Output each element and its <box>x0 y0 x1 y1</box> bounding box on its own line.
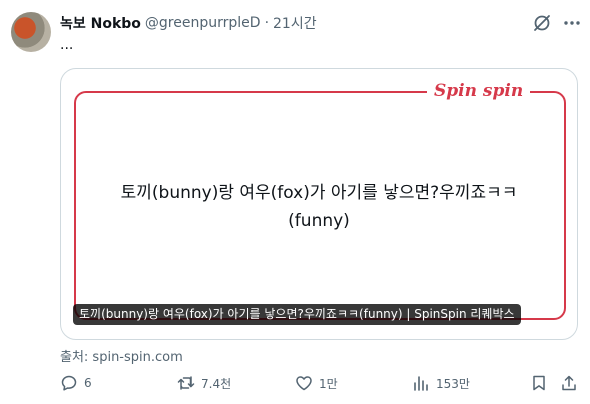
retweet-icon <box>177 376 195 390</box>
share-button[interactable] <box>560 372 578 394</box>
source-link[interactable]: 출처: spin-spin.com <box>60 346 183 365</box>
more-icon[interactable] <box>562 13 582 33</box>
bookmark-icon <box>533 375 545 391</box>
brand-logo: Spin spin <box>427 81 531 101</box>
share-icon <box>562 375 576 391</box>
like-count: 1만 <box>319 376 338 391</box>
view-count: 153만 <box>436 376 470 391</box>
tweet-header: 녹보 Nokbo @greenpurrpleD · 21시간 <box>60 13 317 33</box>
avatar[interactable] <box>11 12 51 52</box>
reply-icon <box>61 375 77 391</box>
views-icon <box>414 376 428 391</box>
grok-icon[interactable] <box>532 13 552 33</box>
bookmark-button[interactable] <box>530 372 548 394</box>
reply-count: 6 <box>84 376 92 390</box>
card-headline: 토끼(bunny)랑 여우(fox)가 아기를 낳으면?우끼죠ㅋㅋ(funny) <box>120 183 518 231</box>
timestamp[interactable]: 21시간 <box>273 13 317 33</box>
card-caption: 토끼(bunny)랑 여우(fox)가 아기를 낳으면?우끼죠ㅋㅋ(funny)… <box>73 304 521 325</box>
retweet-button[interactable]: 7.4천 <box>177 372 231 394</box>
retweet-count: 7.4천 <box>201 376 232 391</box>
reply-button[interactable]: 6 <box>60 372 92 394</box>
like-icon <box>296 376 312 391</box>
author-handle[interactable]: @greenpurrpleD <box>145 15 261 31</box>
separator-dot: · <box>264 15 270 31</box>
tweet-text: ... <box>60 37 74 53</box>
views-button[interactable]: 153만 <box>412 372 470 394</box>
link-card[interactable]: Spin spin 토끼(bunny)랑 여우(fox)가 아기를 낳으면?우끼… <box>60 68 578 340</box>
action-bar: 6 7.4천 1만 153만 <box>0 372 590 394</box>
like-button[interactable]: 1만 <box>295 372 338 394</box>
author-name[interactable]: 녹보 Nokbo <box>60 13 141 33</box>
